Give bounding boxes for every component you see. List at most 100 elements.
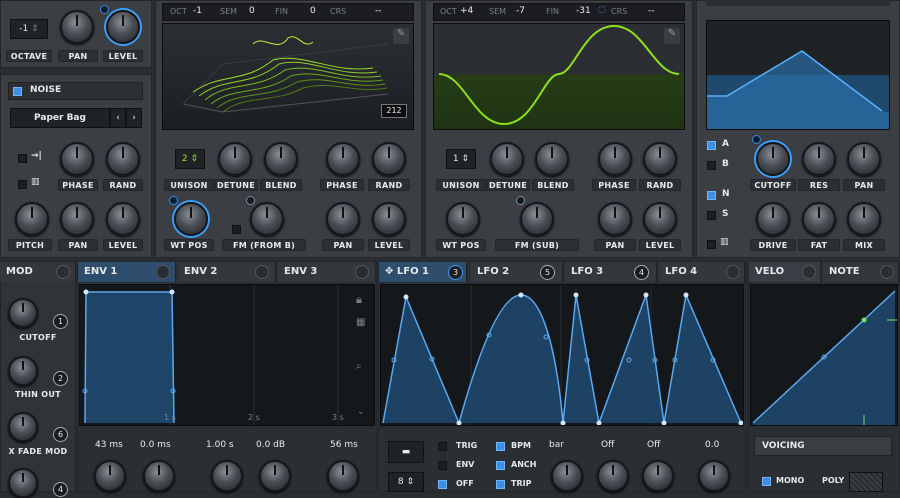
octave-selector[interactable]: -1 ⇕ xyxy=(10,19,48,39)
noise-level-knob[interactable] xyxy=(106,202,140,236)
lfo-env-toggle[interactable] xyxy=(438,461,447,470)
noise-pitch-knob[interactable] xyxy=(15,202,49,236)
osc-b-phase-knob[interactable] xyxy=(598,142,632,176)
envelope-graph[interactable]: 1 s 2 s 3 s 🔒︎ ▦ ⌕ ⌄ xyxy=(79,284,375,426)
osc-a-detune-knob[interactable] xyxy=(218,142,252,176)
poly-count-field[interactable] xyxy=(849,472,883,492)
osc-b-fin-value[interactable]: -31 xyxy=(576,6,591,16)
lfo-grid-selector[interactable]: 8 ⇕ xyxy=(388,472,424,492)
osc-a-fin-value[interactable]: 0 xyxy=(310,6,316,16)
env-attack-knob[interactable] xyxy=(94,460,126,492)
macro-1-knob[interactable] xyxy=(8,298,38,328)
mono-toggle[interactable] xyxy=(762,477,771,486)
scroll-down-icon[interactable]: ⌄ xyxy=(357,407,365,417)
lfo-graph[interactable] xyxy=(380,284,744,426)
osc-a-level-knob[interactable] xyxy=(372,202,406,236)
osc-b-unison-selector[interactable]: 1 ⇕ xyxy=(446,149,476,169)
noise-enable-toggle[interactable] xyxy=(13,87,22,96)
filter-route-a-toggle[interactable] xyxy=(707,141,716,150)
edit-pencil-icon[interactable]: ✎ xyxy=(393,28,409,44)
lfo-rise-value[interactable]: Off xyxy=(601,440,614,450)
lfo-anch-toggle[interactable] xyxy=(496,461,505,470)
lfo-rise-knob[interactable] xyxy=(597,460,629,492)
osc-b-pan-knob[interactable] xyxy=(598,202,632,236)
osc-b-waveform-display[interactable]: ✎ xyxy=(433,23,685,130)
preset-next-button[interactable]: › xyxy=(126,108,142,128)
pan-knob[interactable] xyxy=(60,10,94,44)
lfo-delay-knob[interactable] xyxy=(642,460,674,492)
env-attack-value[interactable]: 43 ms xyxy=(95,440,123,450)
filter-keytrack-toggle[interactable] xyxy=(707,240,716,249)
filter-route-b-toggle[interactable] xyxy=(707,161,716,170)
osc-a-sem-value[interactable]: 0 xyxy=(249,6,255,16)
filter-pan-knob[interactable] xyxy=(847,142,881,176)
wavetable-frame-number: 212 xyxy=(381,104,407,118)
env-release-knob[interactable] xyxy=(327,460,359,492)
osc-a-pan-knob[interactable] xyxy=(326,202,360,236)
osc-a-blend-knob[interactable] xyxy=(264,142,298,176)
zoom-icon[interactable]: ⌕ xyxy=(356,361,362,372)
lfo-smooth-value[interactable]: 0.0 xyxy=(705,440,719,450)
osc-b-wtpos-knob[interactable] xyxy=(446,202,480,236)
osc-b-crs-value[interactable]: -- xyxy=(648,6,655,16)
lfo-preset-folder-button[interactable]: ▬ xyxy=(388,441,424,463)
osc-a-phase-knob[interactable] xyxy=(326,142,360,176)
lfo-bpm-toggle[interactable] xyxy=(496,442,505,451)
osc-b-oct-value[interactable]: +4 xyxy=(460,6,473,16)
macro-4-knob[interactable] xyxy=(8,468,38,498)
filter-response-display[interactable] xyxy=(706,20,890,130)
osc-b-detune-knob[interactable] xyxy=(490,142,524,176)
osc-a-crs-value[interactable]: -- xyxy=(375,6,382,16)
level-knob[interactable] xyxy=(106,10,140,44)
mod-source-dot[interactable] xyxy=(100,5,109,14)
lfo-delay-value[interactable]: Off xyxy=(647,440,660,450)
noise-pan-knob[interactable] xyxy=(60,202,94,236)
osc-b-rand-knob[interactable] xyxy=(643,142,677,176)
noise-oneshot-toggle[interactable] xyxy=(18,180,27,189)
filter-cutoff-knob[interactable] xyxy=(756,142,790,176)
cutoff-mod-dot[interactable] xyxy=(752,135,761,144)
noise-preset-field[interactable]: Paper Bag xyxy=(10,108,110,128)
filter-drive-knob[interactable] xyxy=(756,202,790,236)
noise-phase-knob[interactable] xyxy=(60,142,94,176)
env-decay-value[interactable]: 1.00 s xyxy=(206,440,234,450)
osc-b-level-knob[interactable] xyxy=(643,202,677,236)
osc-a-fm-toggle[interactable] xyxy=(232,225,241,234)
osc-b-sem-value[interactable]: -7 xyxy=(516,6,525,16)
lfo-trip-toggle[interactable] xyxy=(496,480,505,489)
osc-a-wtpos-knob[interactable] xyxy=(174,202,208,236)
osc-a-oct-value[interactable]: -1 xyxy=(193,6,202,16)
lock-icon[interactable]: 🔒︎ xyxy=(356,293,362,307)
lfo-off-toggle[interactable] xyxy=(438,480,447,489)
filter-route-n-toggle[interactable] xyxy=(707,191,716,200)
edit-pencil-icon[interactable]: ✎ xyxy=(664,28,680,44)
macro-2-knob[interactable] xyxy=(8,356,38,386)
env-hold-knob[interactable] xyxy=(143,460,175,492)
lfo-smooth-knob[interactable] xyxy=(698,460,730,492)
env-release-value[interactable]: 56 ms xyxy=(330,440,358,450)
env-hold-value[interactable]: 0.0 ms xyxy=(140,440,171,450)
filter-route-s-toggle[interactable] xyxy=(707,211,716,220)
macro-3-knob[interactable] xyxy=(8,412,38,442)
lfo-rate-knob[interactable] xyxy=(551,460,583,492)
lfo-trig-toggle[interactable] xyxy=(438,442,447,451)
osc-a-wavetable-display[interactable]: ✎ 212 xyxy=(162,23,414,130)
noise-rand-knob[interactable] xyxy=(106,142,140,176)
preset-prev-button[interactable]: ‹ xyxy=(110,108,126,128)
osc-b-fm-knob[interactable] xyxy=(520,202,554,236)
wtpos-mod-dot[interactable] xyxy=(169,196,178,205)
filter-mix-knob[interactable] xyxy=(847,202,881,236)
env-decay-knob[interactable] xyxy=(211,460,243,492)
filter-fat-knob[interactable] xyxy=(802,202,836,236)
env-sustain-value[interactable]: 0.0 dB xyxy=(256,440,285,450)
velocity-curve-graph[interactable] xyxy=(750,284,898,426)
lfo-rate-value[interactable]: bar xyxy=(549,440,564,450)
noise-keytrack-toggle[interactable] xyxy=(18,154,27,163)
osc-a-fm-knob[interactable] xyxy=(250,202,284,236)
osc-a-rand-knob[interactable] xyxy=(372,142,406,176)
env-sustain-knob[interactable] xyxy=(259,460,291,492)
grid-icon[interactable]: ▦ xyxy=(356,317,365,328)
filter-res-knob[interactable] xyxy=(802,142,836,176)
osc-a-unison-selector[interactable]: 2 ⇕ xyxy=(175,149,205,169)
osc-b-blend-knob[interactable] xyxy=(535,142,569,176)
